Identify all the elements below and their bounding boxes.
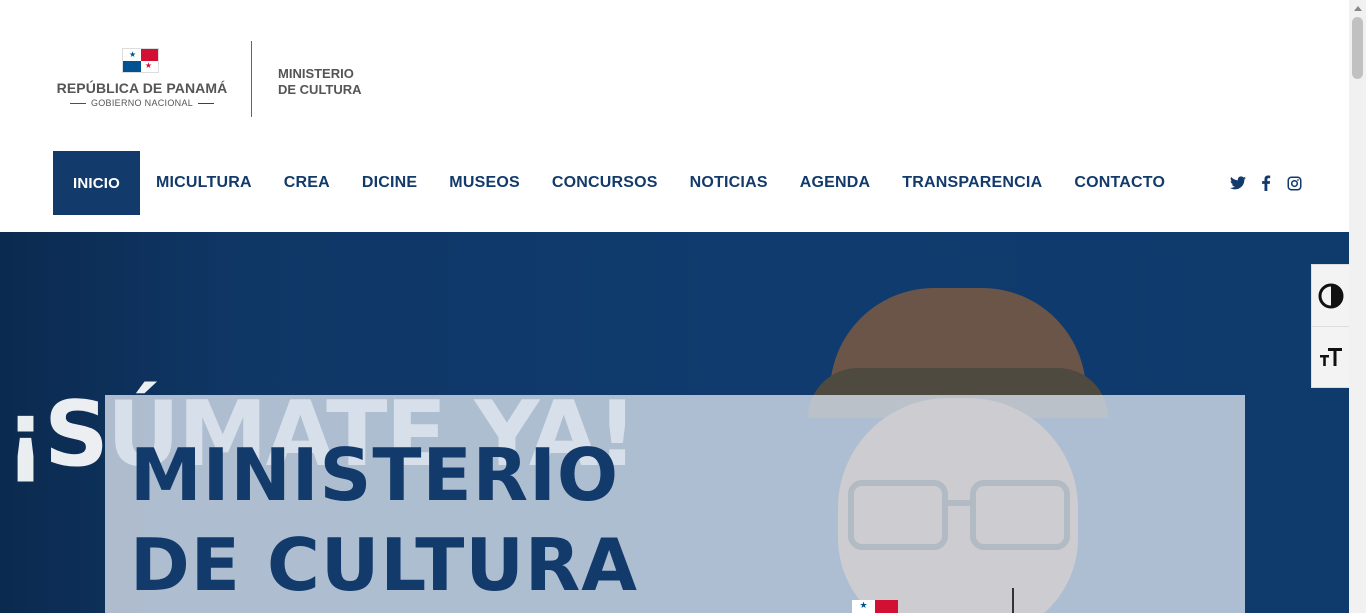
hero-title-line1: MINISTERIO [130, 433, 620, 517]
mini-flag-icon: ★ [852, 600, 898, 613]
government-logo[interactable]: ★ ★ REPÚBLICA DE PANAMÁ GOBIERNO NACIONAL [52, 48, 232, 110]
nav-item-museos[interactable]: MUSEOS [433, 151, 536, 215]
scroll-up-icon[interactable] [1349, 0, 1366, 17]
logo-divider [251, 41, 252, 117]
social-links [1230, 151, 1302, 215]
mini-divider [1012, 588, 1014, 613]
nav-item-concursos[interactable]: CONCURSOS [536, 151, 674, 215]
government-subtitle: GOBIERNO NACIONAL [52, 98, 232, 108]
instagram-icon[interactable] [1286, 175, 1302, 191]
nav-item-noticias[interactable]: NOTICIAS [674, 151, 784, 215]
twitter-icon[interactable] [1230, 175, 1246, 191]
hero-title: MINISTERIO DE CULTURA [130, 430, 638, 610]
hero-title-line2: DE CULTURA [130, 523, 639, 607]
site-header: ★ ★ REPÚBLICA DE PANAMÁ GOBIERNO NACIONAL… [0, 0, 1349, 232]
ministry-logo-line2: DE CULTURA [278, 82, 362, 97]
nav-item-transparencia[interactable]: TRANSPARENCIA [886, 151, 1058, 215]
facebook-icon[interactable] [1258, 175, 1274, 191]
nav-item-micultura[interactable]: MICULTURA [140, 151, 268, 215]
contrast-icon[interactable] [1312, 265, 1350, 326]
nav-item-crea[interactable]: CREA [268, 151, 346, 215]
panama-flag-icon: ★ ★ [122, 48, 159, 73]
ministry-logo-line1: MINISTERIO [278, 66, 354, 81]
accessibility-toolbar [1311, 264, 1350, 388]
government-title: REPÚBLICA DE PANAMÁ [56, 80, 228, 96]
ministry-logo[interactable]: MINISTERIO DE CULTURA [278, 66, 362, 98]
nav-item-inicio[interactable]: INICIO [53, 151, 140, 215]
text-size-icon[interactable] [1312, 326, 1350, 387]
page-scrollbar[interactable] [1349, 0, 1366, 613]
main-navigation: INICIO MICULTURA CREA DICINE MUSEOS CONC… [53, 151, 1181, 215]
nav-item-dicine[interactable]: DICINE [346, 151, 433, 215]
hero-banner[interactable]: ¡SÚMATE YA! MINISTERIO DE CULTURA ★ [0, 232, 1349, 613]
scrollbar-thumb[interactable] [1352, 17, 1363, 79]
nav-item-agenda[interactable]: AGENDA [784, 151, 887, 215]
nav-item-contacto[interactable]: CONTACTO [1058, 151, 1181, 215]
